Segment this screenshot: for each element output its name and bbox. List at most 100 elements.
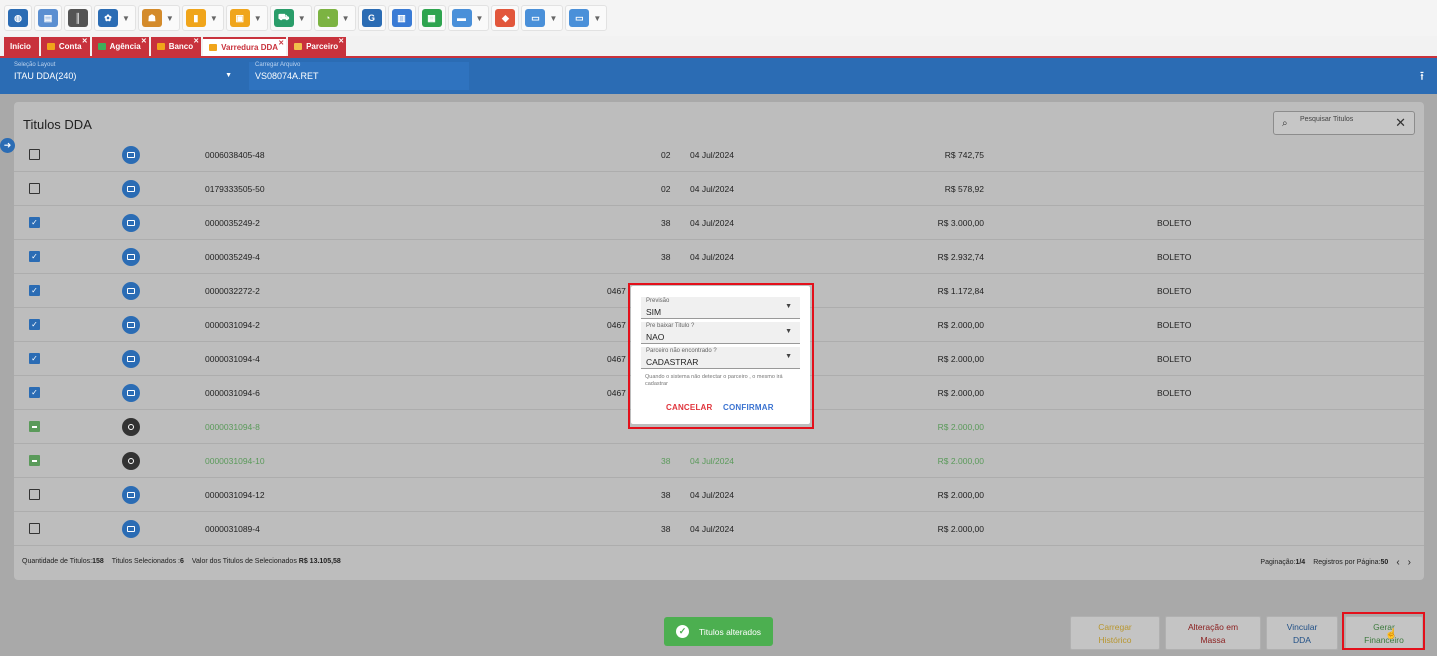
close-icon[interactable]: ✕	[82, 37, 88, 45]
view-icon[interactable]	[122, 520, 140, 538]
chevron-down-icon[interactable]: ▼	[166, 14, 174, 23]
bulk-edit-button[interactable]: Alteração em Massa	[1165, 616, 1261, 650]
upload-icon[interactable]: ⭱	[1415, 67, 1429, 83]
row-checkbox[interactable]	[29, 421, 40, 432]
search-input[interactable]: ⌕ Pesquisar Titulos ✕	[1273, 111, 1415, 135]
close-icon[interactable]: ✕	[338, 37, 344, 45]
tab-varredura-dda[interactable]: Varredura DDA ✕	[203, 37, 287, 56]
tab-ag-ncia[interactable]: Agência ✕	[91, 37, 149, 56]
per-page-info[interactable]: Registros por Página:50	[1313, 559, 1388, 566]
row-checkbox[interactable]	[29, 149, 40, 160]
table-row[interactable]: 0006038405-48 02 04 Jul/2024 R$ 742,75	[14, 138, 1424, 172]
target-icon[interactable]	[122, 418, 140, 436]
view-icon[interactable]	[122, 486, 140, 504]
row-checkbox[interactable]	[29, 523, 40, 534]
row-title-number: 0000032272-2	[205, 286, 260, 296]
close-icon[interactable]: ✕	[1395, 115, 1406, 131]
chevron-down-icon[interactable]: ▼	[210, 14, 218, 23]
row-checkbox[interactable]	[29, 455, 40, 466]
view-icon[interactable]	[122, 384, 140, 402]
view-icon[interactable]	[122, 146, 140, 164]
row-checkbox[interactable]	[29, 183, 40, 194]
partner-not-found-value: CADASTRAR	[646, 357, 699, 367]
toolbar-button-users[interactable]: ☗ ▼	[137, 5, 180, 31]
table-row[interactable]: ✓ 0000035249-4 38 04 Jul/2024 R$ 2.932,74 BOL…	[14, 240, 1424, 274]
row-value: R$ 2.000,00	[937, 490, 984, 500]
row-checkbox[interactable]: ✓	[29, 285, 40, 296]
search-icon: ⌕	[1282, 118, 1288, 129]
target-icon[interactable]	[122, 452, 140, 470]
row-checkbox[interactable]	[29, 489, 40, 500]
generate-financial-button[interactable]: Gerar Financeiro	[1345, 616, 1423, 650]
tab-banco[interactable]: Banco ✕	[150, 37, 202, 56]
view-icon[interactable]	[122, 282, 140, 300]
tab-icon	[294, 43, 303, 50]
chevron-down-icon: ▼	[785, 353, 792, 360]
table-row[interactable]: 0000031094-10 38 04 Jul/2024 R$ 2.000,00	[14, 444, 1424, 478]
toolbar-button-box[interactable]: ▣ ▼	[225, 5, 268, 31]
link-dda-button[interactable]: Vincular DDA	[1266, 616, 1338, 650]
chevron-down-icon[interactable]: ▼	[254, 14, 262, 23]
toolbar-button-chart[interactable]: ▮ ▼	[181, 5, 224, 31]
row-checkbox[interactable]: ✓	[29, 251, 40, 262]
toolbar-button-monitor[interactable]: ▭ ▼	[521, 5, 564, 31]
cancel-button[interactable]: CANCELAR	[666, 403, 713, 412]
table-row[interactable]: 0179333505-50 02 04 Jul/2024 R$ 578,92	[14, 172, 1424, 206]
prev-page-button[interactable]: ‹	[1396, 557, 1399, 568]
layout-select[interactable]: Seleção Layout ITAU DDA(240) ▼	[14, 62, 236, 90]
row-checkbox[interactable]: ✓	[29, 319, 40, 330]
prewrite-select[interactable]: Pre baixar Titulo ? NAO ▼	[641, 322, 800, 344]
toolbar-button-globe[interactable]: ◍	[4, 5, 32, 31]
summary-selected-value: 6	[179, 558, 184, 565]
toolbar-button-settings[interactable]: ✿ ▼	[94, 5, 136, 31]
row-checkbox[interactable]: ✓	[29, 217, 40, 228]
table-summary: Quantidade de Titulos:158 Titulos Seleci…	[22, 558, 341, 565]
load-history-button[interactable]: Carregar Histórico	[1070, 616, 1160, 650]
layout-select-label: Seleção Layout	[14, 62, 56, 68]
link-dda-label-2: DDA	[1293, 635, 1311, 645]
toolbar-button-folder[interactable]: ▬ ▼	[447, 5, 490, 31]
close-icon[interactable]: ✕	[278, 39, 284, 47]
view-icon[interactable]	[122, 316, 140, 334]
view-icon[interactable]	[122, 180, 140, 198]
tab-in-cio[interactable]: Início	[4, 37, 39, 56]
toolbar-button-store[interactable]: ▤	[34, 5, 62, 31]
close-icon[interactable]: ✕	[141, 37, 147, 45]
chevron-down-icon[interactable]: ▼	[122, 14, 130, 23]
table-row[interactable]: 0000031094-12 38 04 Jul/2024 R$ 2.000,00	[14, 478, 1424, 512]
chevron-down-icon[interactable]: ▼	[549, 14, 557, 23]
table-row[interactable]: 0000031089-4 38 04 Jul/2024 R$ 2.000,00	[14, 512, 1424, 546]
table-row[interactable]: ✓ 0000035249-2 38 04 Jul/2024 R$ 3.000,00 BOL…	[14, 206, 1424, 240]
tab-parceiro[interactable]: Parceiro ✕	[288, 37, 347, 56]
chevron-down-icon[interactable]: ▼	[298, 14, 306, 23]
confirm-button[interactable]: CONFIRMAR	[723, 403, 774, 412]
arrow-right-icon[interactable]: ➜	[0, 138, 15, 153]
row-checkbox[interactable]: ✓	[29, 387, 40, 398]
row-date: 04 Jul/2024	[690, 490, 734, 500]
row-value: R$ 1.172,84	[937, 286, 984, 296]
toolbar-button-barcode[interactable]: ║	[64, 5, 92, 31]
next-page-button[interactable]: ›	[1408, 557, 1411, 568]
toolbar-button-documents[interactable]: ▥	[387, 5, 416, 31]
chevron-down-icon[interactable]: ▼	[342, 14, 350, 23]
view-icon[interactable]	[122, 214, 140, 232]
toolbar-button-refresh[interactable]: G	[357, 5, 386, 31]
toast-text: Titulos alterados	[699, 626, 762, 637]
toolbar-button-save[interactable]: ▦	[417, 5, 446, 31]
chevron-down-icon[interactable]: ▼	[593, 14, 601, 23]
row-checkbox[interactable]: ✓	[29, 353, 40, 364]
toolbar-button-pie[interactable]: ◔ ▼	[313, 5, 356, 31]
view-icon[interactable]	[122, 350, 140, 368]
row-value: R$ 2.000,00	[937, 354, 984, 364]
close-icon[interactable]: ✕	[193, 37, 199, 45]
toolbar-button-cart[interactable]: ⛟ ▼	[269, 5, 312, 31]
view-icon[interactable]	[122, 248, 140, 266]
file-field[interactable]: Carregar Arquivo VS08074A.RET	[249, 62, 469, 90]
toolbar-button-tag[interactable]: ◆	[491, 5, 520, 31]
partner-not-found-select[interactable]: Parceiro não encontrado ? CADASTRAR ▼	[641, 347, 800, 369]
chevron-down-icon[interactable]: ▼	[476, 14, 484, 23]
toolbar-button-window[interactable]: ▭ ▼	[565, 5, 608, 31]
forecast-select[interactable]: Previsão SIM ▼	[641, 297, 800, 319]
tag-icon: ◆	[495, 9, 516, 27]
tab-conta[interactable]: Conta ✕	[40, 37, 90, 56]
